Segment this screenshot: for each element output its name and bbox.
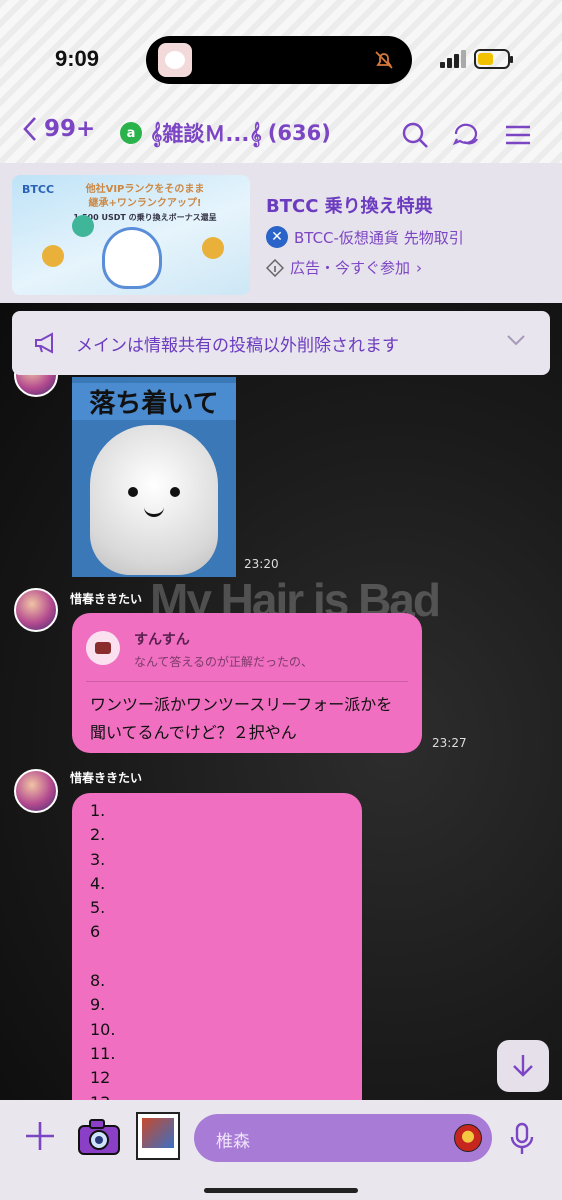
message-time: 23:20 [244,557,279,571]
ad-image-promo: 他社VIPランクをそのまま 継承+ワンランクアップ! 1,500 USDT の乗… [70,183,220,225]
signal-icon [440,50,466,68]
status-time: 9:09 [55,46,100,71]
list-item: 6 [90,922,101,942]
battery-icon [474,49,513,69]
notice-text: メインは情報共有の投稿以外削除されます [76,335,399,356]
btcc-logo-icon: ✕ [266,226,288,248]
openchat-badge-icon: a [120,122,142,144]
bunny-mouth [144,507,164,517]
info-icon [266,258,284,277]
message-input-bar: 椎森 [0,1100,562,1200]
sticker-message[interactable]: 落ち着いて [72,377,236,577]
photo-icon[interactable] [136,1112,180,1160]
bunny-sticker-image [90,425,218,575]
room-title: 𝄞雑談Ｍ...𝄞 [150,122,262,146]
bunny-eye [170,487,180,497]
quoted-avatar [86,631,120,665]
ad-advertiser-name: BTCC-仮想通貨 先物取引 [294,228,464,247]
coin-icon [42,245,64,267]
chat-area[interactable]: My Hair is Bad メインは情報共有の投稿以外削除されます 落ち着いて… [0,303,562,1100]
list-message-bubble[interactable]: 1. 2. 3. 4. 5. 6 8. 9. 10. 11. 12 13 [72,793,362,1100]
ad-join-link[interactable]: 広告・今すぐ参加 › [266,257,422,278]
chat-bubbles-icon[interactable] [452,120,482,150]
list-item: 11. [90,1043,116,1063]
list-item: 12 [90,1068,111,1088]
ad-image-brand: BTCC [22,183,55,196]
sender-name: 惜春ききたい [70,771,143,785]
room-title-button[interactable]: a 𝄞雑談Ｍ...𝄞 (636) [120,118,331,148]
list-item: 13 [90,1091,362,1100]
search-icon[interactable] [400,120,430,150]
coin-icon [202,237,224,259]
divider [86,681,408,682]
bunny-eye [128,487,138,497]
emoji-icon[interactable] [454,1124,482,1152]
scroll-to-bottom-button[interactable] [497,1040,549,1092]
camera-icon[interactable] [76,1114,122,1160]
plus-icon[interactable] [24,1120,56,1152]
message-text: ワンツー派かワンツースリーフォー派かを聞いてるんでけど？２択やん [90,695,393,742]
message-input[interactable]: 椎森 [194,1114,492,1162]
list-item: 2. [90,825,106,845]
mic-icon[interactable] [508,1122,536,1156]
input-placeholder: 椎森 [216,1132,250,1152]
reply-message-bubble[interactable]: すんすん なんて答えるのが正解だったの、 ワンツー派かワンツースリーフォー派かを… [72,613,422,753]
list-item: 5. [90,898,106,918]
ad-link-text: 広告・今すぐ参加 [290,259,411,277]
coin-icon [72,215,94,237]
chevron-left-icon [23,117,36,141]
list-item: 3. [90,849,106,869]
sticker-text: 落ち着いて [72,383,236,420]
status-bar: 9:09 [0,0,562,100]
message-time: 23:27 [432,736,467,750]
avatar[interactable] [14,769,58,813]
member-count: (636) [267,121,331,145]
ad-promo-line: 継承+ワンランクアップ! [88,198,202,209]
menu-icon[interactable] [503,120,533,150]
unread-count: 99+ [44,116,96,142]
ad-mascot [102,227,162,289]
back-button[interactable]: 99+ [22,116,95,142]
quoted-name: すんすん [134,632,190,648]
chevron-right-icon: › [416,258,423,277]
ad-title[interactable]: BTCC 乗り換え特典 [266,192,433,218]
chat-nav-bar: 99+ a 𝄞雑談Ｍ...𝄞 (636) [0,108,562,158]
battery-fill [478,53,494,65]
header-area: 9:09 99+ a 𝄞雑談Ｍ...𝄞 (636) [0,0,562,163]
avatar[interactable] [14,588,58,632]
ad-promo-line: 他社VIPランクをそのまま [85,184,205,195]
list-item: 1. [90,801,106,820]
home-indicator [204,1188,358,1193]
list-item: 9. [90,995,106,1015]
quoted-message[interactable]: すんすん なんて答えるのが正解だったの、 [86,623,408,677]
pinned-notice[interactable]: メインは情報共有の投稿以外削除されます [12,311,550,375]
chevron-down-icon[interactable] [506,333,526,347]
quoted-text: なんて答えるのが正解だったの、 [134,655,314,669]
list-item: 8. [90,971,106,991]
bell-muted-icon [375,51,393,69]
island-avatar [158,43,192,77]
megaphone-icon [35,332,53,354]
list-item [90,945,362,969]
list-items: 1. 2. 3. 4. 5. 6 8. 9. 10. 11. 12 13 [90,799,362,1100]
ad-advertiser: ✕ BTCC-仮想通貨 先物取引 [266,226,464,248]
dynamic-island [146,36,412,84]
sender-name: 惜春ききたい [70,592,143,606]
list-item: 10. [90,1019,116,1039]
list-item: 4. [90,873,106,893]
arrow-down-icon [513,1055,533,1077]
ad-image[interactable]: BTCC 他社VIPランクをそのまま 継承+ワンランクアップ! 1,500 US… [12,175,250,295]
